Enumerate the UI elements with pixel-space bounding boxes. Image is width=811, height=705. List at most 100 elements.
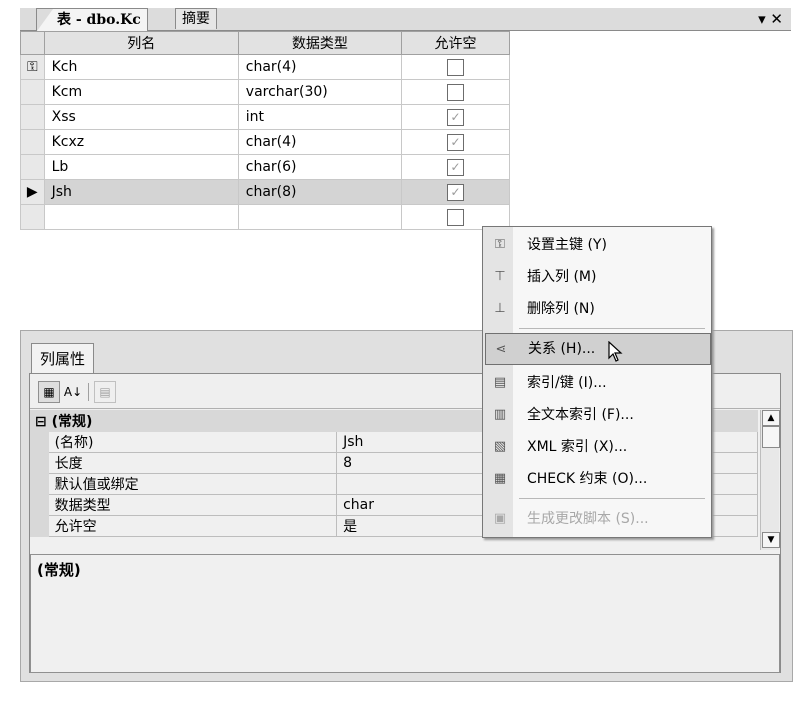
check-constraint-icon: ▦ [493,471,507,486]
delete-column-icon: ⊥ [494,301,506,316]
menu-item: ▣ 生成更改脚本 (S)... [485,503,709,535]
row-selector[interactable] [20,79,45,105]
property-name: 数据类型 [47,494,338,516]
tab-summary-label: 摘要 [182,11,210,27]
xml-index-icon: ▧ [493,439,507,454]
menu-item[interactable]: ⚿ 设置主键 (Y) [485,229,709,261]
menu-item-label: 索引/键 (I)... [527,375,607,391]
allow-nulls-checkbox[interactable]: ✓ [447,108,465,126]
toolbar-separator [88,383,89,401]
key-icon: ⚿ [495,237,505,252]
allow-nulls-checkbox[interactable]: ✓ [447,133,465,151]
row-selector[interactable]: ⚿ [20,54,45,80]
grid-row[interactable]: ⚿ Kch char(4) [20,54,510,80]
property-pages-icon: ▤ [94,381,116,403]
primary-key-icon: ⚿ [26,59,38,75]
allow-nulls-checkbox[interactable] [447,83,465,101]
close-window-icon[interactable]: ▾ ✕ [758,10,783,28]
row-selector[interactable] [20,204,45,230]
row-selector[interactable] [20,129,45,155]
grid-row[interactable]: Xss int ✓ [20,104,510,130]
tab-column-properties-label: 列属性 [40,350,86,368]
property-grid-scrollbar[interactable]: ▲ ▼ [760,410,780,550]
menu-item-label: 生成更改脚本 (S)... [527,511,649,527]
data-type-cell[interactable]: varchar(30) [237,79,403,105]
document-tab-strip: 表 - dbo.Kc 摘要 ▾ ✕ [20,8,791,31]
collapse-icon[interactable]: ⊟ [35,414,52,430]
column-name-cell[interactable]: Kcxz [43,129,239,155]
allow-nulls-checkbox[interactable] [447,208,465,226]
grid-row[interactable]: Kcxz char(4) ✓ [20,129,510,155]
allow-nulls-cell: ✓ [401,129,510,155]
row-selector[interactable]: ▶ [20,179,45,205]
tab-summary[interactable]: 摘要 [175,8,217,29]
column-name-cell[interactable]: Kch [43,54,239,80]
scroll-down-icon[interactable]: ▼ [762,532,780,548]
menu-item[interactable]: ⊤ 插入列 (M) [485,261,709,293]
current-row-arrow-icon: ▶ [26,184,38,200]
data-type-cell[interactable]: int [237,104,403,130]
allow-nulls-header[interactable]: 允许空 [401,31,510,55]
data-type-cell[interactable]: char(8) [237,179,403,205]
menu-item[interactable]: ⋖ 关系 (H)... [485,333,711,365]
allow-nulls-cell [401,79,510,105]
category-label: (常规) [51,414,93,430]
menu-item[interactable]: ▦ CHECK 约束 (O)... [485,463,709,495]
mouse-cursor-icon [608,341,623,362]
insert-column-icon: ⊤ [494,269,506,284]
allow-nulls-checkbox[interactable]: ✓ [447,158,465,176]
grid-row[interactable]: ▶ Jsh char(8) ✓ [20,179,510,205]
menu-item-label: 关系 (H)... [528,341,596,357]
data-type-cell[interactable]: char(4) [237,129,403,155]
grid-row[interactable]: Kcm varchar(30) [20,79,510,105]
index-key-icon: ▤ [493,375,507,390]
property-name: 默认值或绑定 [47,473,338,495]
menu-separator [519,328,705,329]
row-selector[interactable] [20,154,45,180]
data-type-cell[interactable]: char(4) [237,54,403,80]
data-type-header[interactable]: 数据类型 [237,31,403,55]
categorized-view-icon[interactable]: ▦ [38,381,60,403]
grid-row[interactable]: Lb char(6) ✓ [20,154,510,180]
property-gutter [30,515,49,537]
allow-nulls-checkbox[interactable]: ✓ [447,183,465,201]
allow-nulls-checkbox[interactable] [447,58,465,76]
menu-item[interactable]: ▧ XML 索引 (X)... [485,431,709,463]
menu-item-label: XML 索引 (X)... [527,439,628,455]
scroll-thumb[interactable] [762,426,780,448]
property-gutter [30,452,49,474]
window-controls[interactable]: ▾ ✕ [758,8,783,30]
column-name-cell[interactable]: Lb [43,154,239,180]
description-title: (常规) [37,561,81,579]
alphabetical-sort-icon[interactable]: A↓ [62,381,84,403]
menu-item-label: 全文本索引 (F)... [527,407,634,423]
generate-script-icon: ▣ [493,511,507,526]
row-selector-header [20,31,45,55]
menu-item[interactable]: ▤ 索引/键 (I)... [485,367,709,399]
tab-column-properties[interactable]: 列属性 [31,343,95,374]
column-grid: 列名 数据类型 允许空 ⚿ Kch char(4) Kcm varchar(30) Xss… [20,31,510,230]
tab-table-designer[interactable]: 表 - dbo.Kc [36,8,148,31]
allow-nulls-cell: ✓ [401,154,510,180]
column-name-header[interactable]: 列名 [43,31,239,55]
property-gutter [30,473,49,495]
fulltext-index-icon: ▥ [493,407,507,422]
scroll-up-icon[interactable]: ▲ [762,410,780,426]
menu-item-label: 插入列 (M) [527,269,597,285]
menu-item-label: 删除列 (N) [527,301,595,317]
column-name-cell[interactable] [43,204,239,230]
data-type-cell[interactable] [237,204,403,230]
property-gutter [30,431,49,453]
allow-nulls-cell [401,54,510,80]
data-type-cell[interactable]: char(6) [237,154,403,180]
column-name-cell[interactable]: Jsh [43,179,239,205]
menu-item[interactable]: ▥ 全文本索引 (F)... [485,399,709,431]
column-name-cell[interactable]: Kcm [43,79,239,105]
relationship-icon: ⋖ [495,342,507,357]
grid-row[interactable] [20,204,510,230]
grid-header-row: 列名 数据类型 允许空 [20,31,510,55]
menu-item[interactable]: ⊥ 删除列 (N) [485,293,709,325]
row-selector[interactable] [20,104,45,130]
column-name-cell[interactable]: Xss [43,104,239,130]
menu-item-label: CHECK 约束 (O)... [527,471,648,487]
